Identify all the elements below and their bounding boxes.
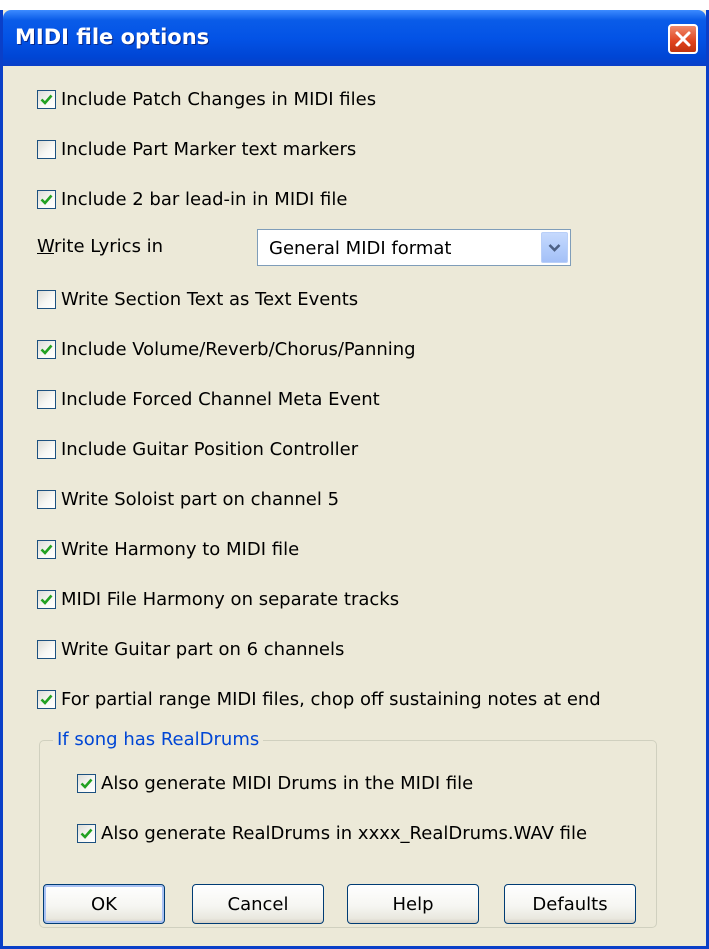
option-label: Include 2 bar lead-in in MIDI file	[61, 188, 348, 210]
option-label: Include Forced Channel Meta Event	[61, 388, 380, 410]
checkbox[interactable]	[37, 439, 56, 459]
checkbox[interactable]	[37, 339, 56, 359]
dialog-content: Include Patch Changes in MIDI files Incl…	[3, 66, 706, 946]
checkmark-icon	[40, 194, 53, 205]
option-label: Also generate RealDrums in xxxx_RealDrum…	[101, 822, 588, 844]
title-bar[interactable]: MIDI file options	[3, 10, 706, 66]
option-forced-channel[interactable]: Include Forced Channel Meta Event	[37, 386, 380, 412]
checkbox[interactable]	[77, 823, 96, 843]
help-button[interactable]: Help	[347, 884, 479, 924]
option-generate-realdrums-wav[interactable]: Also generate RealDrums in xxxx_RealDrum…	[77, 820, 587, 846]
chevron-down-icon	[548, 244, 561, 252]
dialog-title: MIDI file options	[15, 25, 210, 49]
option-include-patch-changes[interactable]: Include Patch Changes in MIDI files	[37, 86, 376, 112]
checkbox[interactable]	[37, 189, 56, 209]
lyrics-format-select[interactable]: General MIDI format	[257, 229, 571, 266]
option-label: Write Guitar part on 6 channels	[61, 638, 345, 660]
checkmark-icon	[80, 828, 93, 839]
option-label: Also generate MIDI Drums in the MIDI fil…	[101, 772, 474, 794]
checkbox[interactable]	[37, 289, 56, 309]
ok-button[interactable]: OK	[43, 884, 165, 924]
checkmark-icon	[40, 694, 53, 705]
option-section-text[interactable]: Write Section Text as Text Events	[37, 286, 358, 312]
accelerator-key: W	[37, 236, 54, 257]
option-label: Include Volume/Reverb/Chorus/Panning	[61, 338, 416, 360]
option-harmony-separate-tracks[interactable]: MIDI File Harmony on separate tracks	[37, 586, 399, 612]
close-button[interactable]	[668, 24, 698, 54]
option-volume-reverb[interactable]: Include Volume/Reverb/Chorus/Panning	[37, 336, 416, 362]
checkmark-icon	[40, 94, 53, 105]
dropdown-button[interactable]	[541, 232, 568, 263]
realdrums-group-title: If song has RealDrums	[53, 729, 264, 750]
checkbox[interactable]	[37, 389, 56, 409]
close-icon	[675, 31, 691, 47]
checkbox[interactable]	[77, 773, 96, 793]
checkmark-icon	[40, 544, 53, 555]
checkbox[interactable]	[37, 639, 56, 659]
write-lyrics-label: Write Lyrics in	[37, 236, 163, 257]
option-generate-midi-drums[interactable]: Also generate MIDI Drums in the MIDI fil…	[77, 770, 473, 796]
option-include-part-marker[interactable]: Include Part Marker text markers	[37, 136, 356, 162]
option-label: MIDI File Harmony on separate tracks	[61, 588, 400, 610]
checkmark-icon	[40, 344, 53, 355]
option-soloist-channel[interactable]: Write Soloist part on channel 5	[37, 486, 339, 512]
checkbox[interactable]	[37, 139, 56, 159]
checkmark-icon	[80, 778, 93, 789]
option-label: Write Soloist part on channel 5	[61, 488, 340, 510]
write-lyrics-label-text: rite Lyrics in	[54, 236, 164, 257]
cancel-button[interactable]: Cancel	[192, 884, 324, 924]
option-label: For partial range MIDI files, chop off s…	[61, 688, 601, 710]
option-label: Write Section Text as Text Events	[61, 288, 359, 310]
option-guitar-position[interactable]: Include Guitar Position Controller	[37, 436, 358, 462]
option-include-lead-in[interactable]: Include 2 bar lead-in in MIDI file	[37, 186, 347, 212]
option-guitar-six-channels[interactable]: Write Guitar part on 6 channels	[37, 636, 344, 662]
checkbox[interactable]	[37, 539, 56, 559]
checkmark-icon	[40, 594, 53, 605]
option-label: Include Guitar Position Controller	[61, 438, 359, 460]
lyrics-format-value: General MIDI format	[269, 238, 452, 259]
checkbox[interactable]	[37, 489, 56, 509]
checkbox[interactable]	[37, 89, 56, 109]
option-write-harmony[interactable]: Write Harmony to MIDI file	[37, 536, 299, 562]
defaults-button[interactable]: Defaults	[504, 884, 636, 924]
midi-file-options-dialog: MIDI file options Include Patch Changes …	[0, 10, 709, 949]
option-label: Include Part Marker text markers	[61, 138, 357, 160]
option-label: Write Harmony to MIDI file	[61, 538, 300, 560]
option-chop-sustaining-notes[interactable]: For partial range MIDI files, chop off s…	[37, 686, 601, 712]
option-label: Include Patch Changes in MIDI files	[61, 88, 377, 110]
checkbox[interactable]	[37, 689, 56, 709]
checkbox[interactable]	[37, 589, 56, 609]
